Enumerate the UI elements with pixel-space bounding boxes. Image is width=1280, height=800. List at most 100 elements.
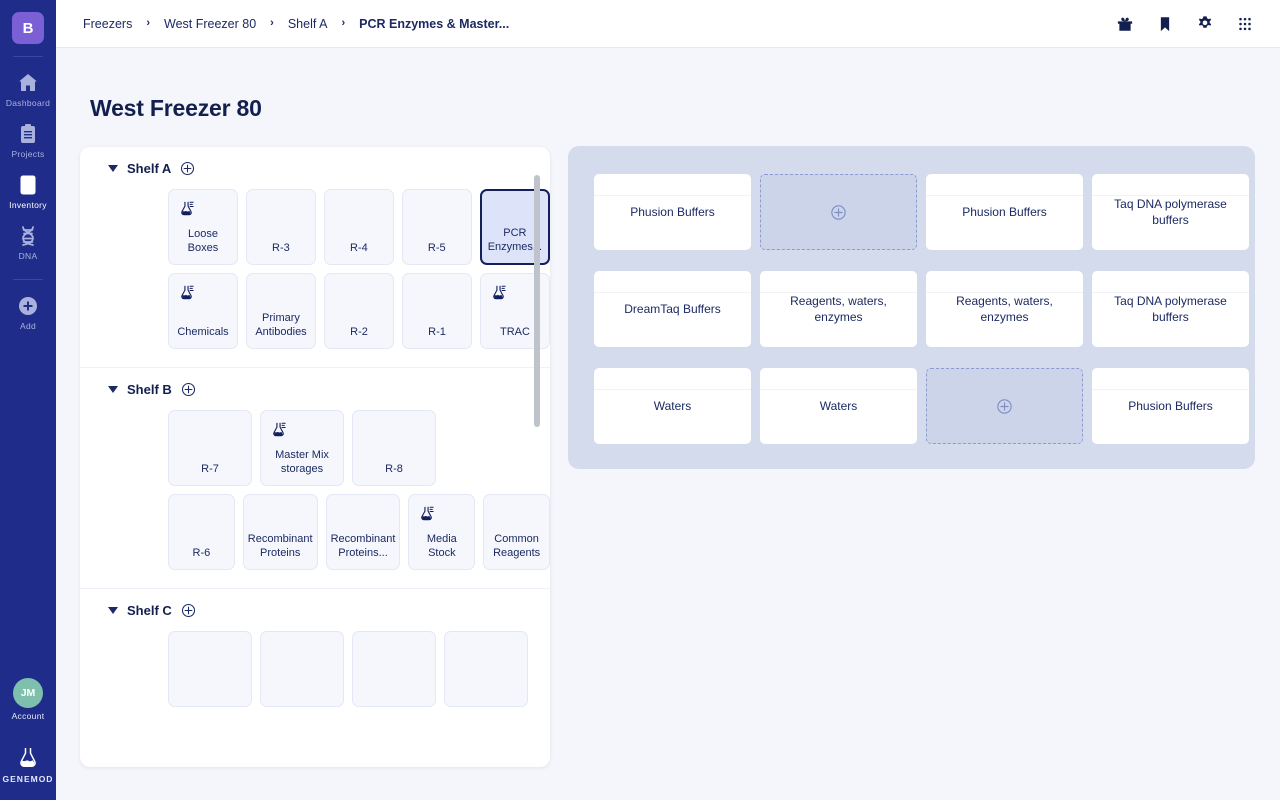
sidebar-item-account[interactable]: JM Account xyxy=(0,670,56,727)
shelf-box[interactable] xyxy=(444,631,528,707)
sidebar-label-dna: DNA xyxy=(19,251,38,261)
shelf-box-row: R-7Master Mix storagesR-8 xyxy=(80,410,550,486)
grid-cell[interactable]: Phusion Buffers xyxy=(926,174,1083,250)
shelf-box[interactable]: Master Mix storages xyxy=(260,410,344,486)
shelf-box-row: ChemicalsPrimary AntibodiesR-2R-1TRAC xyxy=(80,273,550,349)
grid-cell-label: Phusion Buffers xyxy=(620,204,725,220)
shelf-box[interactable]: Loose Boxes xyxy=(168,189,238,265)
plus-circle-icon xyxy=(16,294,40,318)
breadcrumb-item[interactable]: West Freezer 80 xyxy=(164,17,256,31)
shelf-box-label: Loose Boxes xyxy=(169,224,237,264)
grid-cell[interactable]: Waters xyxy=(594,368,751,444)
freezer-icon xyxy=(16,173,40,197)
shelf-box-label: R-6 xyxy=(169,529,234,569)
shelf-box[interactable]: R-7 xyxy=(168,410,252,486)
sidebar-item-inventory[interactable]: Inventory xyxy=(0,165,56,216)
shelf-section: Shelf BR-7Master Mix storagesR-8R-6Recom… xyxy=(80,368,550,589)
shelf-box-label: Recombinant Proteins... xyxy=(327,529,400,569)
grid-cell-label: Phusion Buffers xyxy=(952,204,1057,220)
grid-cell[interactable]: Waters xyxy=(760,368,917,444)
shelf-name-label: Shelf C xyxy=(127,603,172,618)
breadcrumb-item: PCR Enzymes & Master... xyxy=(359,17,509,31)
add-item-icon[interactable] xyxy=(830,204,847,221)
grid-cell[interactable]: DreamTaq Buffers xyxy=(594,271,751,347)
shelf-box-label: R-4 xyxy=(325,224,393,264)
add-box-icon[interactable] xyxy=(181,382,196,397)
shelf-box-label xyxy=(169,666,251,706)
gear-icon[interactable] xyxy=(1196,15,1214,33)
box-grid-panel: Phusion Buffers Phusion Buffers Taq DNA po… xyxy=(568,146,1255,469)
shelf-box[interactable]: Media Stock xyxy=(408,494,475,570)
shelf-box-label: Primary Antibodies xyxy=(247,308,315,348)
shelf-box-label xyxy=(445,666,527,706)
breadcrumb-item[interactable]: Freezers xyxy=(83,17,132,31)
apps-grid-icon[interactable] xyxy=(1236,15,1254,33)
shelves-scrollbar-thumb[interactable] xyxy=(534,175,540,427)
shelf-box-top xyxy=(445,632,527,666)
shelf-box-label: R-1 xyxy=(403,308,471,348)
avatar: JM xyxy=(13,678,43,708)
shelf-box-label: R-5 xyxy=(403,224,471,264)
grid-cell[interactable]: Phusion Buffers xyxy=(594,174,751,250)
breadcrumb: Freezers›West Freezer 80›Shelf A›PCR Enz… xyxy=(83,17,509,31)
add-item-icon[interactable] xyxy=(996,398,1013,415)
shelf-box-top xyxy=(353,632,435,666)
grid-cell-empty[interactable] xyxy=(760,174,917,250)
shelf-box[interactable]: R-5 xyxy=(402,189,472,265)
sidebar-item-projects[interactable]: Projects xyxy=(0,114,56,165)
shelf-section: Shelf C xyxy=(80,589,550,725)
sidebar-item-dna[interactable]: DNA xyxy=(0,216,56,267)
shelf-name-label: Shelf A xyxy=(127,161,171,176)
add-box-icon[interactable] xyxy=(180,161,195,176)
shelves-scroll-region[interactable]: Shelf ALoose BoxesR-3R-4R-5PCR Enzymes..… xyxy=(80,147,550,767)
left-navigation-rail: B Dashboard Projects Inventory xyxy=(0,0,56,800)
app-logo[interactable]: B xyxy=(12,12,44,44)
shelf-box[interactable] xyxy=(168,631,252,707)
shelf-box[interactable]: R-3 xyxy=(246,189,316,265)
shelf-box[interactable]: R-8 xyxy=(352,410,436,486)
chevron-down-icon[interactable] xyxy=(108,607,118,614)
rail-bottom-section: JM Account GENEMOD xyxy=(0,670,56,800)
shelf-box[interactable]: Recombinant Proteins... xyxy=(326,494,401,570)
sidebar-item-dashboard[interactable]: Dashboard xyxy=(0,63,56,114)
chevron-down-icon[interactable] xyxy=(108,386,118,393)
grid-cell-empty[interactable] xyxy=(926,368,1083,444)
shelf-box[interactable]: R-6 xyxy=(168,494,235,570)
sidebar-item-add[interactable]: Add xyxy=(0,286,56,337)
shelf-box[interactable]: R-4 xyxy=(324,189,394,265)
shelf-box[interactable] xyxy=(352,631,436,707)
shelf-box-label: Master Mix storages xyxy=(261,445,343,485)
grid-cell[interactable]: Taq DNA polymerase buffers xyxy=(1092,271,1249,347)
shelf-box-top xyxy=(403,274,471,308)
shelf-box[interactable]: R-2 xyxy=(324,273,394,349)
rail-divider-top xyxy=(13,56,43,57)
clipboard-icon xyxy=(16,122,40,146)
shelf-box[interactable]: R-1 xyxy=(402,273,472,349)
add-box-icon[interactable] xyxy=(181,603,196,618)
dna-icon xyxy=(16,224,40,248)
shelf-box-top xyxy=(353,411,435,445)
flask-icon xyxy=(270,421,287,438)
chevron-down-icon[interactable] xyxy=(108,165,118,172)
shelf-box[interactable]: Primary Antibodies xyxy=(246,273,316,349)
shelf-box-top xyxy=(169,190,237,224)
shelf-box-top xyxy=(409,495,474,529)
grid-cell[interactable]: Taq DNA polymerase buffers xyxy=(1092,174,1249,250)
box-grid: Phusion BuffersPhusion BuffersTaq DNA po… xyxy=(594,174,1229,444)
shelf-box[interactable]: Chemicals xyxy=(168,273,238,349)
shelf-section: Shelf ALoose BoxesR-3R-4R-5PCR Enzymes..… xyxy=(80,147,550,368)
grid-cell[interactable]: Reagents, waters, enzymes xyxy=(926,271,1083,347)
shelf-box[interactable] xyxy=(260,631,344,707)
shelf-name-label: Shelf B xyxy=(127,382,172,397)
grid-cell[interactable]: Reagents, waters, enzymes xyxy=(760,271,917,347)
shelves-scrollbar-track[interactable] xyxy=(539,155,545,759)
flask-icon xyxy=(178,200,195,217)
gift-box-icon[interactable] xyxy=(1116,15,1134,33)
bookmark-icon[interactable] xyxy=(1156,15,1174,33)
grid-cell-label: Taq DNA polymerase buffers xyxy=(1092,293,1249,325)
shelf-box[interactable]: Recombinant Proteins xyxy=(243,494,318,570)
breadcrumb-item[interactable]: Shelf A xyxy=(288,17,328,31)
sidebar-label-dashboard: Dashboard xyxy=(6,98,50,108)
grid-cell-label: Phusion Buffers xyxy=(1118,398,1223,414)
grid-cell[interactable]: Phusion Buffers xyxy=(1092,368,1249,444)
